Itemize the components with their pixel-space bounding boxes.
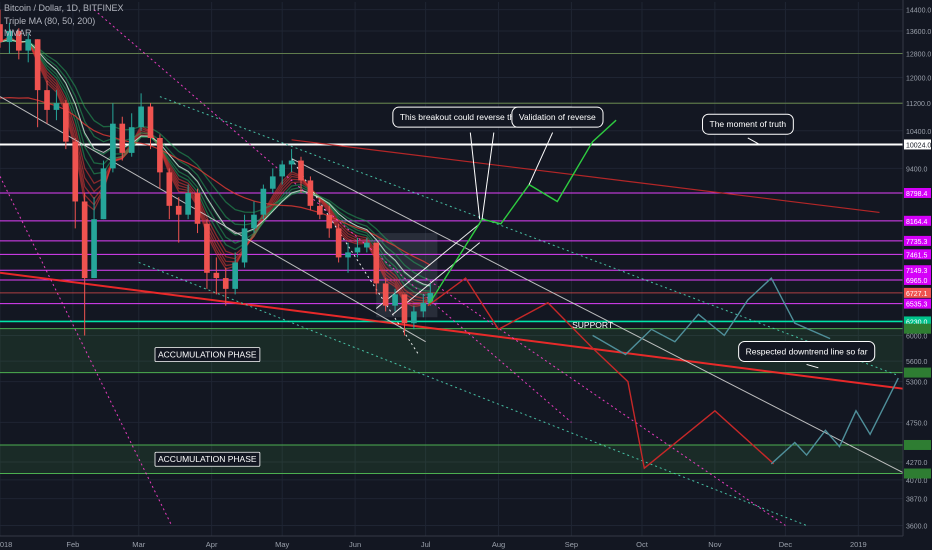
candle — [364, 242, 370, 248]
price-tick-label: 5600.0 — [906, 359, 928, 366]
candle — [411, 311, 417, 324]
zone-label: ACCUMULATION PHASE — [158, 454, 257, 464]
price-tick-label: 4750.0 — [906, 420, 928, 427]
time-tick-label: Oct — [636, 540, 649, 549]
price-level-label: 6535.3 — [906, 302, 928, 309]
candle — [147, 106, 154, 138]
time-tick-label: Nov — [708, 540, 722, 549]
price-axis: 14400.0 13600.0 12800.0 12000.0 11200.0 10400… — [902, 0, 932, 550]
candle — [251, 214, 257, 229]
zone-price-tag — [904, 468, 931, 479]
price-tick-label: 3600.0 — [906, 524, 928, 531]
candle — [335, 228, 342, 258]
price-tick-label: 9400.0 — [906, 166, 928, 173]
price-tick-label: 13600.0 — [906, 29, 931, 36]
zone-price-tag — [904, 439, 931, 450]
zone-price-tag — [904, 367, 931, 378]
price-tick-label: 12000.0 — [906, 76, 931, 83]
price-tick-label: 3870.0 — [906, 497, 928, 504]
support-label: SUPPORT — [572, 320, 613, 330]
candle — [307, 180, 314, 206]
candle — [298, 160, 304, 181]
candle — [157, 137, 163, 173]
time-tick-label: Dec — [779, 540, 793, 549]
candle — [204, 223, 210, 273]
zone-price-tag — [904, 323, 931, 334]
candle — [260, 188, 267, 215]
price-level-label: 6727.1 — [906, 291, 928, 298]
candle — [81, 201, 88, 279]
price-level-label: 8164.4 — [906, 219, 928, 226]
candle — [53, 103, 60, 110]
time-tick-label: Aug — [492, 540, 505, 549]
price-level-label: 10024.0 — [906, 142, 931, 149]
candle — [279, 164, 286, 177]
candle — [382, 283, 389, 306]
time-tick-label: Feb — [66, 540, 79, 549]
candle — [326, 214, 333, 229]
price-level-label: 6965.0 — [906, 278, 928, 285]
time-tick-label: Jul — [421, 540, 431, 549]
price-chart[interactable]: ACCUMULATION PHASEACCUMULATION PHASE Thi… — [0, 0, 932, 550]
candle — [100, 168, 107, 220]
price-tick-label: 6000.0 — [906, 333, 928, 340]
candle — [269, 176, 276, 189]
indicator-triple-ma: Triple MA (80, 50, 200) — [4, 16, 96, 26]
annotation-text: The moment of truth — [710, 119, 787, 129]
candle — [194, 192, 201, 224]
price-tick-label: 12800.0 — [906, 51, 931, 58]
time-tick-label: Mar — [132, 540, 145, 549]
candle — [401, 294, 408, 324]
candle — [232, 262, 238, 289]
annotation-text: Respected downtrend line so far — [746, 347, 868, 357]
candle — [420, 302, 427, 312]
price-tick-label: 5300.0 — [906, 380, 928, 387]
candle — [63, 103, 69, 142]
candle — [72, 141, 79, 202]
indicator-mmar: MMAR — [4, 28, 32, 38]
price-level-label: 7461.5 — [906, 252, 928, 259]
candle — [241, 228, 248, 263]
candle — [110, 123, 116, 169]
price-tick-label: 4070.0 — [906, 478, 928, 485]
time-tick-label: May — [275, 540, 289, 549]
zone-label: ACCUMULATION PHASE — [158, 350, 257, 360]
price-level-label: 7735.3 — [906, 239, 928, 246]
price-tick-label: 14400.0 — [906, 8, 931, 15]
candle — [316, 205, 323, 215]
candle — [91, 219, 97, 279]
candle — [213, 272, 220, 279]
time-axis: 2018 Feb Mar Apr May Jun Jul Aug Sep Oct Nov Dec 201… — [0, 535, 932, 550]
candle — [44, 90, 50, 110]
time-tick-label: 2019 — [850, 540, 867, 549]
candle — [25, 39, 32, 51]
time-tick-label: Sep — [565, 540, 578, 549]
candle — [222, 278, 229, 289]
candle — [392, 294, 398, 306]
time-tick-label: 2018 — [0, 540, 12, 549]
candle — [34, 39, 41, 91]
candle — [128, 127, 135, 153]
price-tick-label: 10400.0 — [906, 129, 931, 136]
price-tick-label: 11200.0 — [906, 101, 931, 108]
annotation-text: Validation of reverse — [519, 112, 596, 122]
accumulation-zone — [0, 444, 903, 474]
time-tick-label: Jun — [349, 540, 361, 549]
candle — [345, 252, 351, 258]
candle — [0, 24, 3, 43]
time-tick-label: Apr — [206, 540, 218, 549]
symbol-title: Bitcoin / Dollar, 1D, BITFINEX — [4, 3, 124, 13]
candle — [175, 205, 182, 215]
candle — [373, 242, 380, 284]
candle — [138, 106, 144, 128]
candle — [288, 160, 295, 165]
candle — [354, 247, 361, 253]
price-level-label: 8798.4 — [906, 191, 928, 198]
candle — [166, 172, 173, 206]
candle — [185, 192, 191, 215]
candle — [119, 123, 126, 153]
price-tick-label: 4270.0 — [906, 460, 928, 467]
price-level-label: 7149.3 — [906, 268, 928, 275]
